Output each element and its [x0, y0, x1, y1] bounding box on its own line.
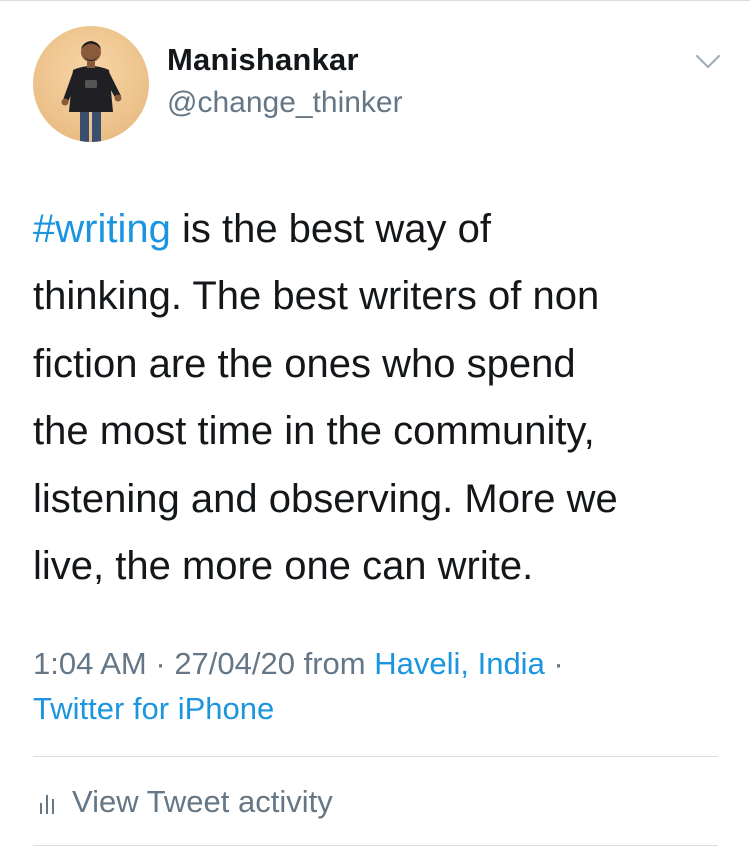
hashtag-link[interactable]: #writing — [33, 207, 171, 251]
from-label: from — [294, 646, 375, 681]
tweet-line-4: the most time in the community, — [33, 409, 595, 454]
view-tweet-activity-label: View Tweet activity — [72, 784, 333, 819]
top-divider — [0, 0, 750, 1]
source-link[interactable]: Twitter for iPhone — [33, 691, 274, 726]
bar-chart-icon — [36, 788, 60, 816]
tweet-line-6: live, the more one can write. — [33, 544, 534, 589]
meta-separator: · — [146, 646, 175, 681]
display-name[interactable]: Manishankar — [167, 42, 359, 78]
user-handle[interactable]: @change_thinker — [167, 86, 403, 120]
bottom-divider — [33, 845, 718, 846]
avatar[interactable] — [33, 26, 149, 142]
tweet-line-1-rest: is the best way of — [170, 207, 491, 251]
divider — [33, 756, 718, 757]
location-link[interactable]: Haveli, India — [374, 646, 545, 681]
tweet-meta: 1:04 AM · 27/04/20 from Haveli, India · … — [33, 641, 723, 731]
tweet-text: #writing is the best way of thinking. Th… — [33, 196, 723, 600]
profile-photo-icon — [61, 41, 122, 142]
meta-line-2: Twitter for iPhone — [33, 686, 723, 731]
tweet-line-1: #writing is the best way of — [33, 196, 723, 263]
tweet-date: 27/04/20 — [174, 646, 295, 681]
meta-trailing-separator: · — [544, 646, 564, 681]
view-tweet-activity-button[interactable]: View Tweet activity — [36, 782, 333, 822]
tweet-line-5: listening and observing. More we — [33, 476, 618, 521]
meta-line-1: 1:04 AM · 27/04/20 from Haveli, India · — [33, 641, 723, 686]
tweet-line-2: thinking. The best writers of non — [33, 274, 600, 319]
tweet-time: 1:04 AM — [33, 646, 147, 681]
chevron-down-icon[interactable] — [694, 50, 722, 72]
tweet-line-3: fiction are the ones who spend — [33, 341, 576, 386]
